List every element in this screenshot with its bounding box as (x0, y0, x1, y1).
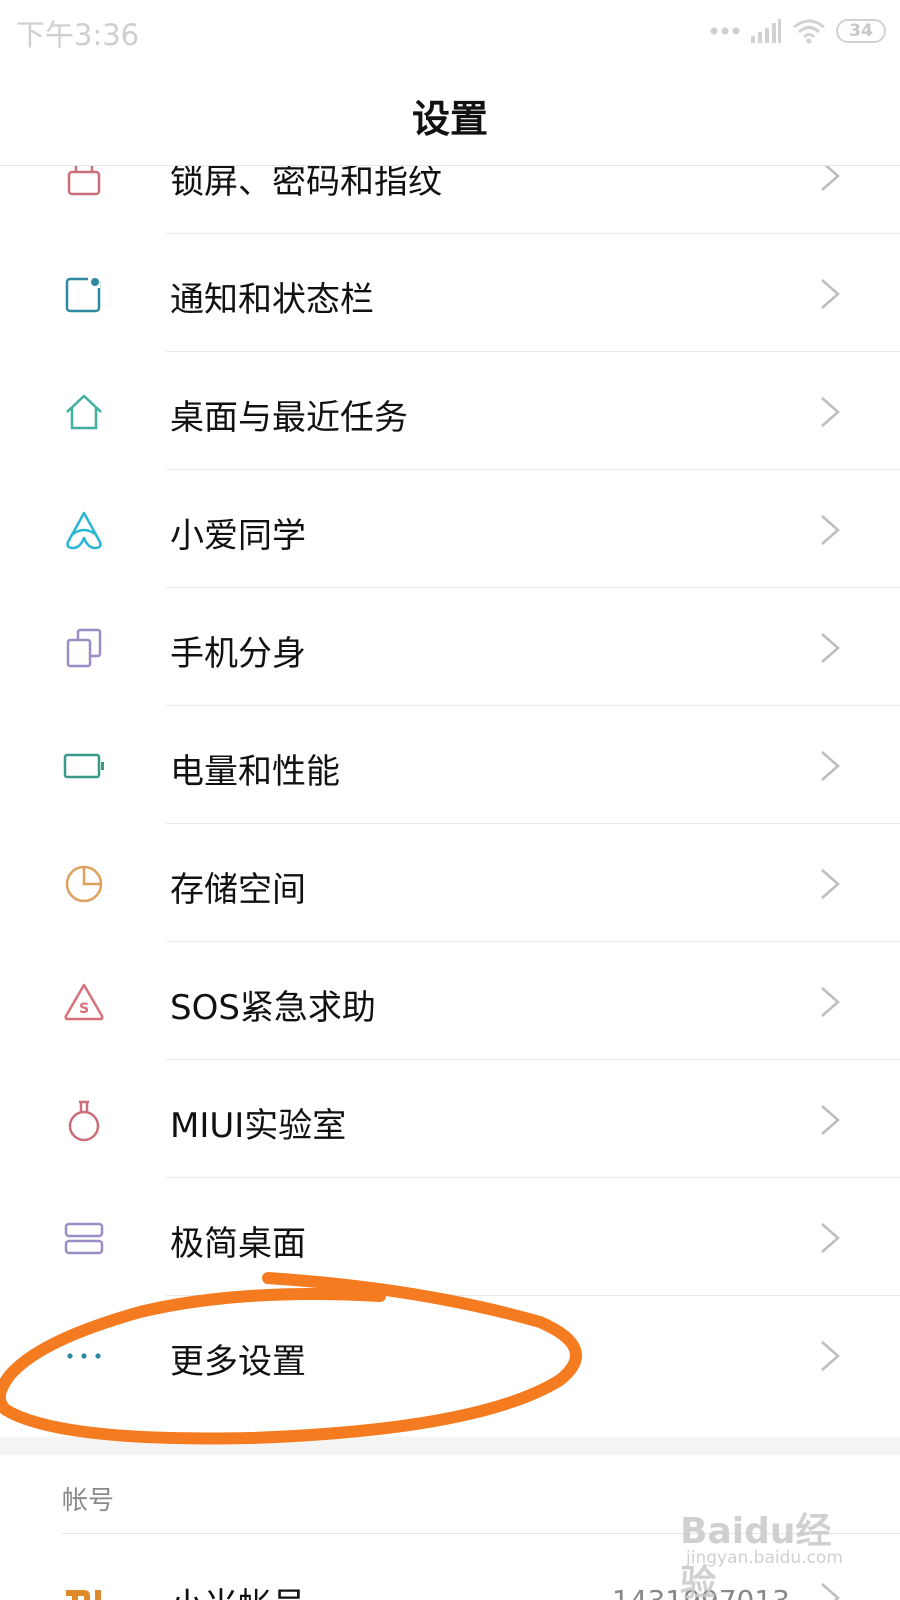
battery-icon (63, 753, 104, 779)
more-icon (67, 1353, 101, 1359)
cellular-signal-icon (751, 19, 781, 43)
settings-item-label: 极简桌面 (170, 1224, 306, 1264)
svg-text:S: S (79, 1001, 89, 1017)
settings-item-label: 小爱同学 (170, 516, 306, 556)
signal-dots-icon (710, 27, 740, 35)
chevron-right-icon (821, 1341, 840, 1371)
notification-icon (65, 276, 101, 313)
settings-item-label: MIUI实验室 (170, 1106, 347, 1146)
chevron-right-icon (821, 751, 840, 781)
section-header-account: 帐号 (62, 1486, 115, 1516)
section-gap (0, 1437, 900, 1455)
status-icons: 34 (710, 14, 886, 48)
chevron-right-icon (821, 397, 840, 427)
chevron-right-icon (821, 633, 840, 663)
settings-item-label: 桌面与最近任务 (170, 398, 408, 438)
settings-item-home-screen[interactable]: 桌面与最近任务 (0, 352, 900, 470)
settings-item-label: 电量和性能 (170, 752, 340, 792)
settings-item-notifications[interactable]: 通知和状态栏 (0, 234, 900, 352)
wifi-icon (793, 19, 825, 44)
settings-item-label: 手机分身 (170, 634, 306, 674)
settings-item-mi-account[interactable]: 小米帐号 1431997013 (0, 1534, 900, 1600)
second-space-icon (66, 628, 102, 668)
mi-logo-icon (66, 1590, 101, 1600)
chevron-right-icon (821, 1583, 840, 1600)
xiaoai-icon (66, 511, 102, 550)
settings-item-more-settings[interactable]: 更多设置 (0, 1296, 900, 1414)
settings-item-label: 通知和状态栏 (170, 280, 374, 320)
settings-item-label: 更多设置 (170, 1342, 306, 1382)
settings-item-battery[interactable]: 电量和性能 (0, 706, 900, 824)
chevron-right-icon (821, 279, 840, 309)
sos-icon: S (64, 983, 104, 1021)
storage-icon (65, 865, 103, 903)
settings-item-second-space[interactable]: 手机分身 (0, 588, 900, 706)
settings-item-xiaoai[interactable]: 小爱同学 (0, 470, 900, 588)
chevron-right-icon (821, 515, 840, 545)
flask-icon (68, 1100, 100, 1142)
simple-desktop-icon (64, 1222, 104, 1255)
home-icon (66, 394, 102, 430)
battery-indicator: 34 (836, 19, 886, 43)
settings-item-simple-desktop[interactable]: 极简桌面 (0, 1178, 900, 1296)
settings-item-label: SOS紧急求助 (170, 988, 376, 1028)
settings-item-miui-lab[interactable]: MIUI实验室 (0, 1060, 900, 1178)
status-bar: 下午3:36 34 (0, 0, 900, 62)
settings-item-sos[interactable]: S SOS紧急求助 (0, 942, 900, 1060)
chevron-right-icon (821, 1223, 840, 1253)
chevron-right-icon (821, 987, 840, 1017)
chevron-right-icon (821, 869, 840, 899)
title-bar: 设置 (0, 62, 900, 166)
settings-item-label: 存储空间 (170, 870, 306, 910)
status-time: 下午3:36 (16, 18, 140, 52)
page-title: 设置 (411, 97, 488, 141)
account-id-value: 1431997013 (612, 1584, 790, 1600)
settings-item-storage[interactable]: 存储空间 (0, 824, 900, 942)
chevron-right-icon (821, 1105, 840, 1135)
settings-item-label: 小米帐号 (170, 1578, 306, 1600)
